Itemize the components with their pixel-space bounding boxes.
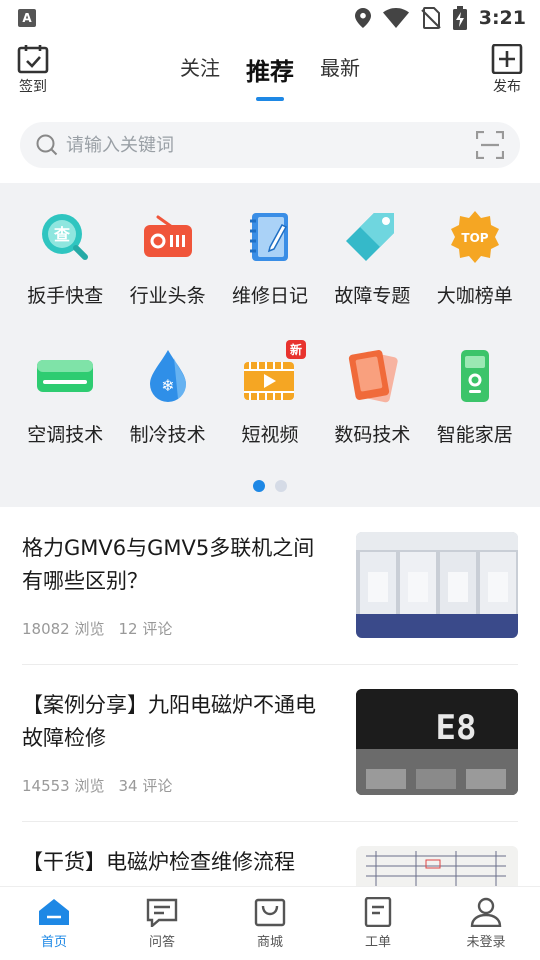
view-count: 14553 浏览	[22, 777, 105, 795]
category-ac-tech[interactable]: 空调技术	[14, 346, 116, 447]
shop-icon	[254, 898, 286, 927]
user-icon	[470, 897, 502, 927]
nav-label: 商城	[256, 935, 283, 950]
category-label: 数码技术	[334, 424, 411, 446]
nav-qa[interactable]: 问答	[108, 887, 216, 960]
tab-latest[interactable]: 最新	[320, 52, 360, 87]
nav-workorder[interactable]: 工单	[324, 887, 432, 960]
video-icon: 新	[240, 340, 306, 406]
feed-tabs: 关注 推荐 最新	[0, 52, 540, 87]
category-repair-diary[interactable]: 维修日记	[219, 207, 321, 308]
category-short-video[interactable]: 新 短视频	[219, 340, 321, 447]
category-wrench-lookup[interactable]: 查 扳手快查	[14, 207, 116, 308]
top-badge-icon: TOP	[445, 207, 505, 267]
article-title: 【干货】电磁炉检查维修流程	[22, 850, 295, 874]
search-icon	[36, 134, 58, 156]
category-label: 空调技术	[27, 424, 104, 446]
article-thumbnail: E8	[356, 689, 518, 795]
notebook-icon	[240, 207, 300, 267]
tag-icon	[342, 207, 402, 267]
category-label: 智能家居	[436, 424, 513, 446]
category-fault-topics[interactable]: 故障专题	[321, 207, 423, 308]
article-title: 【案例分享】九阳电磁炉不通电故障检修	[22, 693, 316, 750]
clock: 3:21	[478, 7, 526, 29]
remote-icon	[445, 346, 505, 406]
app-screen: A 3:21 签到 关注 推荐 最新 发布 请输入关键词 查 扳手快查 行业头条…	[0, 0, 540, 960]
svg-text:❄: ❄	[161, 376, 174, 395]
battery-charging-icon	[452, 6, 467, 30]
svg-text:查: 查	[54, 225, 70, 244]
category-industry-news[interactable]: 行业头条	[116, 207, 218, 308]
bottom-nav: 首页 问答 商城 工单 未登录	[0, 886, 540, 960]
no-sim-icon	[421, 7, 441, 29]
category-refrigeration-tech[interactable]: ❄ 制冷技术	[116, 346, 218, 447]
category-label: 故障专题	[334, 285, 411, 307]
top-header: 签到 关注 推荐 最新 发布	[0, 36, 540, 110]
category-label: 维修日记	[231, 285, 308, 307]
comment-count: 34 评论	[118, 777, 173, 795]
nav-home[interactable]: 首页	[0, 887, 108, 960]
nav-label: 问答	[148, 935, 175, 950]
category-label: 制冷技术	[129, 424, 206, 446]
chat-icon	[146, 898, 178, 927]
nav-label: 首页	[40, 935, 67, 950]
search-bubble-icon: 查	[35, 207, 95, 267]
category-grid: 查 扳手快查 行业头条 维修日记 故障专题 TOP 大咖榜单 空调技术 ❄ 制冷…	[0, 183, 540, 507]
phone-icon	[342, 346, 402, 406]
page-dot[interactable]	[275, 480, 287, 492]
status-bar: A 3:21	[0, 0, 540, 36]
wifi-icon	[382, 8, 409, 28]
view-count: 18082 浏览	[22, 620, 105, 638]
page-dot[interactable]	[253, 480, 265, 492]
nav-profile[interactable]: 未登录	[432, 887, 540, 960]
category-label: 行业头条	[129, 285, 206, 307]
publish-label: 发布	[493, 79, 521, 95]
comment-count: 12 评论	[118, 620, 173, 638]
search-bar[interactable]	[20, 122, 520, 168]
radio-icon	[138, 207, 198, 267]
scan-icon[interactable]	[476, 131, 504, 159]
category-expert-ranking[interactable]: TOP 大咖榜单	[424, 207, 526, 308]
new-badge: 新	[285, 340, 306, 359]
article-card[interactable]: 【案例分享】九阳电磁炉不通电故障检修 14553 浏览 34 评论 E8	[22, 665, 518, 822]
category-smart-home[interactable]: 智能家居	[424, 346, 526, 447]
nav-label: 未登录	[466, 935, 506, 950]
category-label: 短视频	[241, 424, 299, 446]
category-digital-tech[interactable]: 数码技术	[321, 346, 423, 447]
article-title: 格力GMV6与GMV5多联机之间有哪些区别？	[22, 536, 315, 593]
publish-button[interactable]: 发布	[482, 44, 532, 96]
location-icon	[354, 8, 371, 28]
category-label: 大咖榜单	[436, 285, 513, 307]
home-icon	[39, 899, 69, 925]
accessibility-icon: A	[18, 9, 36, 27]
snowflake-drop-icon: ❄	[138, 346, 198, 406]
nav-label: 工单	[364, 935, 391, 950]
air-conditioner-icon	[35, 346, 95, 406]
nav-shop[interactable]: 商城	[216, 887, 324, 960]
tab-follow[interactable]: 关注	[180, 52, 220, 87]
search-input[interactable]	[66, 134, 476, 156]
article-thumbnail	[356, 532, 518, 638]
tab-recommend[interactable]: 推荐	[246, 52, 294, 87]
plus-square-icon	[491, 44, 523, 74]
document-icon	[364, 897, 392, 927]
svg-text:E8: E8	[436, 708, 477, 748]
page-indicator	[0, 480, 540, 492]
article-card[interactable]: 格力GMV6与GMV5多联机之间有哪些区别？ 18082 浏览 12 评论	[22, 508, 518, 665]
category-label: 扳手快查	[27, 285, 104, 307]
svg-text:TOP: TOP	[461, 231, 488, 245]
